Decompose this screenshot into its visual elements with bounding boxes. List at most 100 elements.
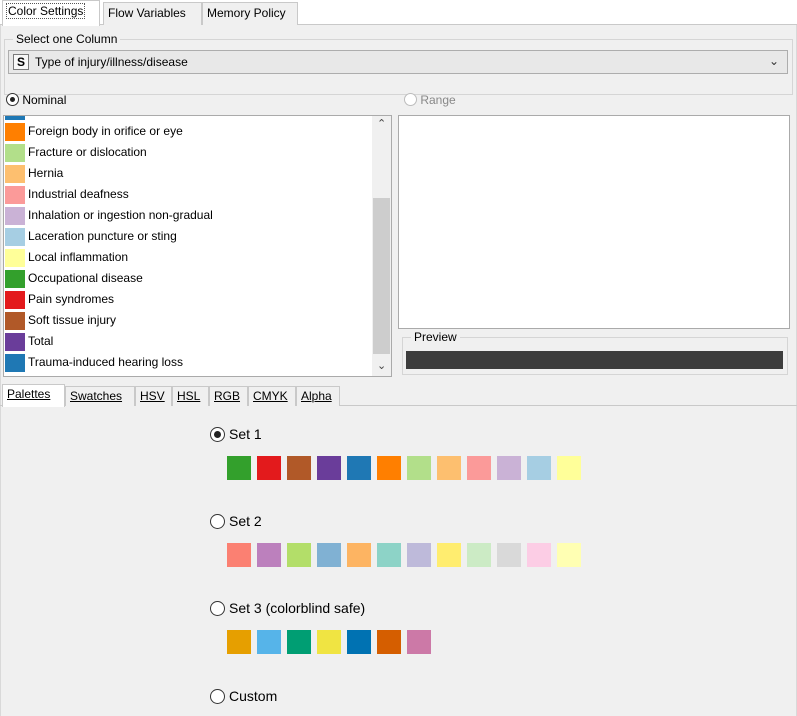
palette-swatch[interactable] xyxy=(257,456,281,480)
palette-swatch[interactable] xyxy=(527,543,551,567)
palette-swatch[interactable] xyxy=(257,630,281,654)
tab-palettes-label: Palettes xyxy=(7,387,51,401)
color-swatch xyxy=(5,165,25,183)
list-item[interactable]: Pain syndromes xyxy=(4,289,372,310)
list-item-label: Local inflammation xyxy=(28,250,129,264)
palette-swatch[interactable] xyxy=(497,456,521,480)
palette-swatch[interactable] xyxy=(347,630,371,654)
palette-swatch[interactable] xyxy=(437,543,461,567)
palette-swatch[interactable] xyxy=(377,630,401,654)
list-item-label: Industrial deafness xyxy=(28,187,129,201)
preview-group: Preview xyxy=(402,330,788,375)
palette-swatch[interactable] xyxy=(377,543,401,567)
palette-swatch[interactable] xyxy=(557,456,581,480)
tab-alpha-label: Alpha xyxy=(301,389,332,403)
list-item[interactable]: Local inflammation xyxy=(4,247,372,268)
set2-radio[interactable]: Set 2 xyxy=(210,513,262,529)
color-swatch xyxy=(5,291,25,309)
set1-radio-icon xyxy=(210,427,225,442)
tab-color-settings[interactable]: Color Settings xyxy=(2,0,100,26)
palette-swatch[interactable] xyxy=(287,543,311,567)
set1-radio[interactable]: Set 1 xyxy=(210,426,262,442)
palette-swatch[interactable] xyxy=(467,456,491,480)
custom-radio-icon xyxy=(210,689,225,704)
nominal-radio[interactable]: Nominal xyxy=(6,93,66,107)
list-item[interactable]: Trauma-induced hearing loss xyxy=(4,352,372,373)
nominal-label: Nominal xyxy=(22,93,67,107)
palette-swatch[interactable] xyxy=(227,543,251,567)
list-item[interactable]: Foreign body in orifice or eye xyxy=(4,121,372,142)
palette-swatch[interactable] xyxy=(437,456,461,480)
range-radio-icon xyxy=(404,93,417,106)
list-scrollbar[interactable]: ⌃ ⌄ xyxy=(372,116,391,376)
tab-hsl[interactable]: HSL xyxy=(172,386,209,406)
range-color-box xyxy=(398,115,790,329)
list-item-label: Soft tissue injury xyxy=(28,313,117,327)
color-swatch xyxy=(5,270,25,288)
set1-label: Set 1 xyxy=(229,426,262,442)
palette-swatch[interactable] xyxy=(347,543,371,567)
palette-swatch[interactable] xyxy=(227,456,251,480)
palette-swatch[interactable] xyxy=(227,630,251,654)
list-item-label: Fracture or dislocation xyxy=(28,145,147,159)
color-swatch xyxy=(5,186,25,204)
palette-swatch[interactable] xyxy=(467,543,491,567)
column-select-group: Select one Column S Type of injury/illne… xyxy=(4,32,793,95)
color-swatch xyxy=(5,312,25,330)
list-item[interactable]: Inhalation or ingestion non-gradual xyxy=(4,205,372,226)
list-item-label: Inhalation or ingestion non-gradual xyxy=(28,208,213,222)
chevron-up-icon[interactable]: ⌃ xyxy=(377,117,386,130)
color-swatch xyxy=(5,228,25,246)
tab-color-settings-label: Color Settings xyxy=(5,3,86,19)
palette-swatch[interactable] xyxy=(407,630,431,654)
tab-swatches-label: Swatches xyxy=(70,389,123,403)
palette-swatch[interactable] xyxy=(317,630,341,654)
set3-radio[interactable]: Set 3 (colorblind safe) xyxy=(210,600,365,616)
range-radio[interactable]: Range xyxy=(404,93,456,107)
list-item[interactable]: Industrial deafness xyxy=(4,184,372,205)
palette-swatch[interactable] xyxy=(377,456,401,480)
scrollbar-thumb[interactable] xyxy=(373,198,390,354)
list-item[interactable]: Total xyxy=(4,331,372,352)
palette-swatch[interactable] xyxy=(527,456,551,480)
palette-swatch[interactable] xyxy=(317,543,341,567)
tab-rgb-label: RGB xyxy=(214,389,241,403)
palette-swatch[interactable] xyxy=(407,456,431,480)
palette-swatch[interactable] xyxy=(287,456,311,480)
palette-swatch[interactable] xyxy=(287,630,311,654)
column-dropdown-value: Type of injury/illness/disease xyxy=(35,55,188,69)
list-item[interactable]: Fracture or dislocation xyxy=(4,142,372,163)
palette-swatch[interactable] xyxy=(257,543,281,567)
palette-swatch[interactable] xyxy=(317,456,341,480)
list-item[interactable]: Soft tissue injury xyxy=(4,310,372,331)
palette-swatch[interactable] xyxy=(497,543,521,567)
list-item-label: Hernia xyxy=(28,166,64,180)
tab-memory-policy-label: Memory Policy xyxy=(207,6,286,20)
color-swatch xyxy=(5,123,25,141)
tab-cmyk[interactable]: CMYK xyxy=(248,386,296,406)
tab-hsv[interactable]: HSV xyxy=(135,386,172,406)
custom-radio[interactable]: Custom xyxy=(210,688,277,704)
dialog-tab-bar: Color Settings Flow Variables Memory Pol… xyxy=(0,0,797,26)
chevron-down-icon[interactable]: ⌄ xyxy=(377,359,386,372)
list-item-label: Laceration puncture or sting xyxy=(28,229,177,243)
list-item[interactable]: Laceration puncture or sting xyxy=(4,226,372,247)
palette-swatch[interactable] xyxy=(557,543,581,567)
list-item[interactable]: Hernia xyxy=(4,163,372,184)
tab-rgb[interactable]: RGB xyxy=(209,386,248,406)
nominal-radio-icon xyxy=(6,93,19,106)
tab-flow-variables[interactable]: Flow Variables xyxy=(103,2,202,25)
color-swatch xyxy=(5,207,25,225)
column-dropdown[interactable]: S Type of injury/illness/disease ⌄ xyxy=(8,50,788,74)
nominal-values-list[interactable]: Foreign body in orifice or eye Fracture … xyxy=(3,115,392,377)
tab-swatches[interactable]: Swatches xyxy=(65,386,135,406)
list-item[interactable]: Occupational disease xyxy=(4,268,372,289)
custom-label: Custom xyxy=(229,688,278,704)
palette-swatch[interactable] xyxy=(347,456,371,480)
tab-cmyk-label: CMYK xyxy=(253,389,288,403)
tab-memory-policy[interactable]: Memory Policy xyxy=(202,2,298,25)
palette-swatch[interactable] xyxy=(407,543,431,567)
tab-alpha[interactable]: Alpha xyxy=(296,386,340,406)
tab-palettes[interactable]: Palettes xyxy=(2,384,65,407)
tab-hsv-label: HSV xyxy=(140,389,165,403)
